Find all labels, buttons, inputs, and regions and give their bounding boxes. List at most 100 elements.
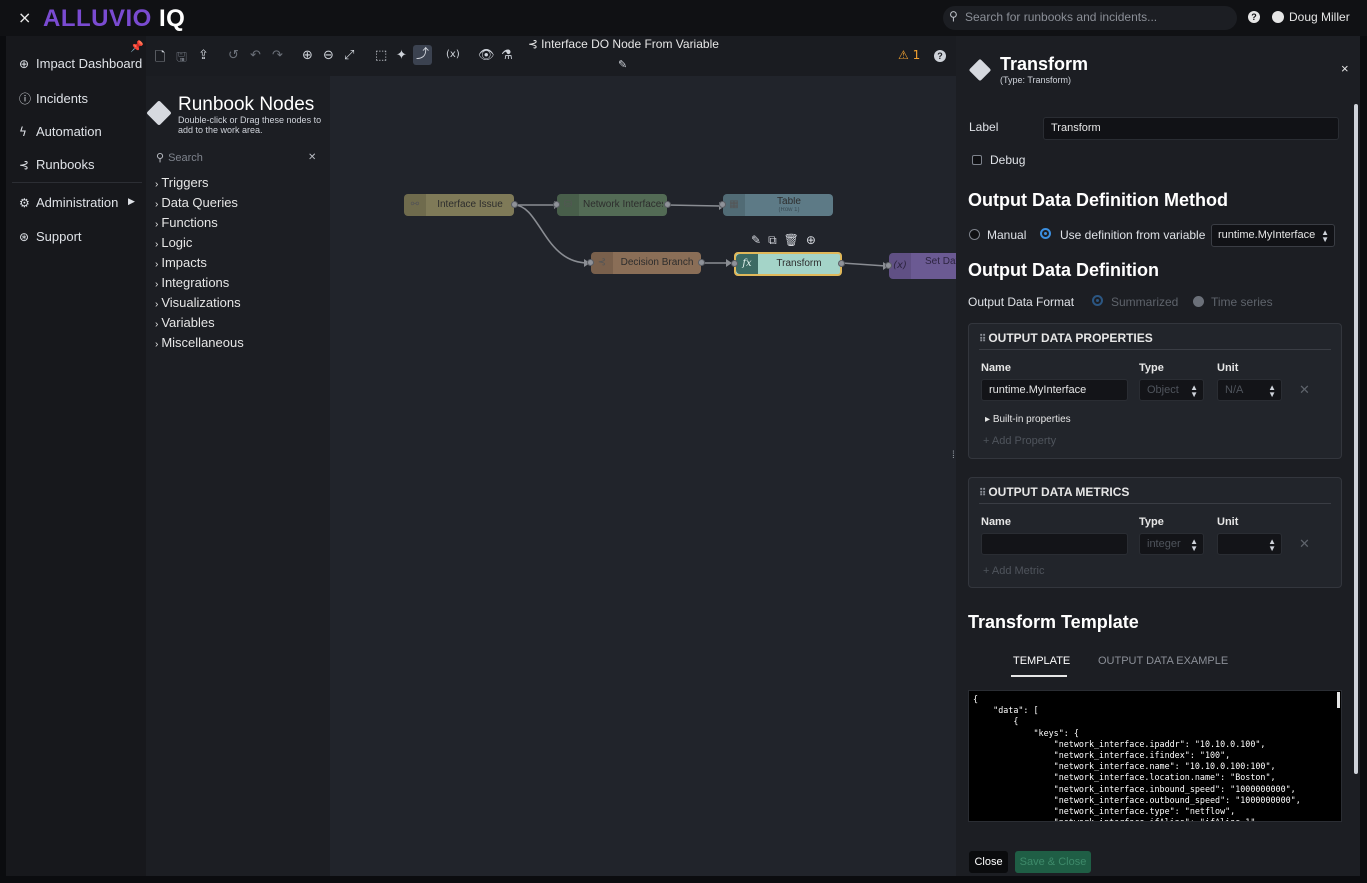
label-input[interactable]: Transform: [1043, 117, 1339, 140]
input-port[interactable]: [731, 260, 738, 267]
close-icon[interactable]: ×: [1341, 61, 1349, 76]
pin-icon[interactable]: 📌: [130, 40, 144, 53]
nav-administration[interactable]: ⚙ Administration: [19, 195, 118, 210]
category-label: Data Queries: [161, 195, 238, 210]
palette-category-impacts[interactable]: › Impacts: [155, 255, 207, 270]
zoom-out-icon[interactable]: ⊖: [323, 48, 334, 63]
input-port[interactable]: [553, 201, 560, 208]
runbook-title[interactable]: ⊰ Interface DO Node From Variable: [528, 37, 719, 51]
zoom-in-icon[interactable]: ⊕: [302, 48, 313, 63]
card-heading[interactable]: ⠿ OUTPUT DATA PROPERTIES: [979, 331, 1153, 345]
add-property-button[interactable]: + Add Property: [983, 435, 1056, 447]
add-metric-button[interactable]: + Add Metric: [983, 565, 1044, 577]
reset-icon[interactable]: ↺: [228, 48, 239, 63]
edit-title-icon[interactable]: ✎: [618, 58, 627, 71]
palette-category-variables[interactable]: › Variables: [155, 315, 215, 330]
palette-category-triggers[interactable]: › Triggers: [155, 175, 209, 190]
input-port[interactable]: [885, 262, 892, 269]
node-decision-branch[interactable]: ⊰ Decision Branch: [587, 252, 705, 274]
node-transform[interactable]: fx Transform: [731, 252, 845, 276]
delete-icon[interactable]: 🗑: [784, 233, 799, 247]
card-heading-text: OUTPUT DATA METRICS: [988, 485, 1130, 499]
palette-category-functions[interactable]: › Functions: [155, 215, 218, 230]
close-icon[interactable]: ×: [18, 8, 31, 27]
output-port[interactable]: [511, 201, 518, 208]
nav-impact-dashboard[interactable]: ⊕ Impact Dashboard: [19, 56, 142, 71]
property-type-select[interactable]: Object ▲ ▼: [1139, 379, 1204, 401]
preview-icon[interactable]: 👁: [478, 48, 495, 63]
output-port[interactable]: [838, 260, 845, 267]
export-icon[interactable]: ⇪: [198, 48, 209, 63]
palette-category-logic[interactable]: › Logic: [155, 235, 192, 250]
palette-category-data-queries[interactable]: › Data Queries: [155, 195, 238, 210]
tab-output-data-example[interactable]: OUTPUT DATA EXAMPLE: [1098, 655, 1228, 667]
debug-checkbox[interactable]: [972, 155, 982, 165]
metric-type-select[interactable]: integer ▲ ▼: [1139, 533, 1204, 555]
template-code-editor[interactable]: { "data": [ { "keys": { "network_interfa…: [968, 690, 1342, 822]
input-port[interactable]: [587, 259, 594, 266]
node-network-interfaces[interactable]: ⛁ Network Interfaces: [553, 194, 671, 216]
node-interface-issue[interactable]: ⚯ Interface Issue: [404, 194, 518, 216]
use-variable-radio[interactable]: [1040, 228, 1051, 239]
timeseries-radio[interactable]: [1193, 296, 1204, 307]
card-heading[interactable]: ⠿ OUTPUT DATA METRICS: [979, 485, 1129, 499]
input-port[interactable]: [719, 201, 726, 208]
add-icon[interactable]: ⊕: [806, 233, 816, 247]
metric-name-input[interactable]: [981, 533, 1128, 555]
tab-template[interactable]: TEMPLATE: [1013, 655, 1070, 667]
chevron-right-icon[interactable]: ▶: [128, 196, 135, 207]
app-logo[interactable]: ALLUVIO IQ: [43, 5, 185, 33]
warning-indicator[interactable]: ⚠ 1: [898, 48, 920, 62]
palette-category-miscellaneous[interactable]: › Miscellaneous: [155, 335, 244, 350]
redo-icon[interactable]: ↷: [272, 48, 283, 63]
metric-unit-select[interactable]: ▲ ▼: [1217, 533, 1282, 555]
node-set-data-variable[interactable]: (x) Set Dat Vari: [885, 253, 956, 279]
manual-radio[interactable]: [969, 229, 980, 240]
global-search-input[interactable]: ⚲ Search for runbooks and incidents...: [943, 6, 1237, 30]
builtin-properties-toggle[interactable]: ▸ Built-in properties: [985, 414, 1071, 425]
user-menu[interactable]: Doug Miller: [1272, 10, 1350, 24]
variables-icon[interactable]: (x): [446, 49, 460, 60]
help-icon[interactable]: ?: [1248, 11, 1260, 23]
save-icon[interactable]: 🖫: [176, 48, 187, 70]
undo-icon[interactable]: ↶: [250, 48, 261, 63]
category-label: Miscellaneous: [161, 335, 244, 350]
remove-metric-icon[interactable]: ✕: [1299, 536, 1310, 552]
property-unit-select[interactable]: N/A ▲ ▼: [1217, 379, 1282, 401]
nav-incidents[interactable]: ⓘ Incidents: [19, 90, 88, 107]
panel-scrollbar[interactable]: [1354, 104, 1358, 774]
property-name-input[interactable]: runtime.MyInterface: [981, 379, 1128, 401]
save-close-button[interactable]: Save & Close: [1015, 851, 1091, 873]
node-table[interactable]: ▦ Table (Row 1): [719, 194, 833, 216]
close-button[interactable]: Close: [969, 851, 1008, 873]
test-icon[interactable]: ⚗: [501, 48, 513, 63]
select-area-icon[interactable]: ⬚: [375, 48, 387, 63]
summarized-radio[interactable]: [1092, 295, 1103, 306]
top-bar: × ALLUVIO IQ ⚲ Search for runbooks and i…: [0, 0, 1367, 36]
output-port[interactable]: [664, 201, 671, 208]
remove-property-icon[interactable]: ✕: [1299, 382, 1310, 398]
connect-icon[interactable]: ⤴: [413, 45, 433, 65]
nav-automation[interactable]: ϟ Automation: [19, 124, 102, 139]
auto-layout-icon[interactable]: ✦: [396, 48, 407, 63]
palette-category-visualizations[interactable]: › Visualizations: [155, 295, 241, 310]
nav-support[interactable]: ⊛ Support: [19, 229, 82, 244]
node-label: Set Dat Vari: [925, 256, 956, 267]
fit-icon[interactable]: ⤢: [344, 48, 354, 63]
output-port[interactable]: [698, 259, 705, 266]
node-label: Table: [777, 197, 801, 207]
work-area-canvas[interactable]: ⚯ Interface Issue ⛁ Network Interfaces ▦…: [330, 76, 956, 876]
edit-icon[interactable]: ✎: [751, 233, 761, 247]
variable-icon: (x): [889, 253, 911, 279]
nav-runbooks[interactable]: ⊰ Runbooks: [19, 157, 95, 172]
help-icon[interactable]: ?: [934, 50, 946, 62]
editor-scrollbar[interactable]: [1337, 692, 1340, 708]
panel-resize-handle[interactable]: ⁞: [952, 450, 955, 461]
new-file-icon[interactable]: 🗋: [155, 48, 165, 70]
clear-search-icon[interactable]: ✕: [308, 152, 316, 163]
palette-category-integrations[interactable]: › Integrations: [155, 275, 229, 290]
col-type-header: Type: [1139, 516, 1164, 528]
palette-search-input[interactable]: ⚲ Search: [156, 151, 320, 167]
duplicate-icon[interactable]: ⧉: [768, 233, 777, 247]
variable-select[interactable]: runtime.MyInterface ▲ ▼: [1211, 224, 1335, 247]
